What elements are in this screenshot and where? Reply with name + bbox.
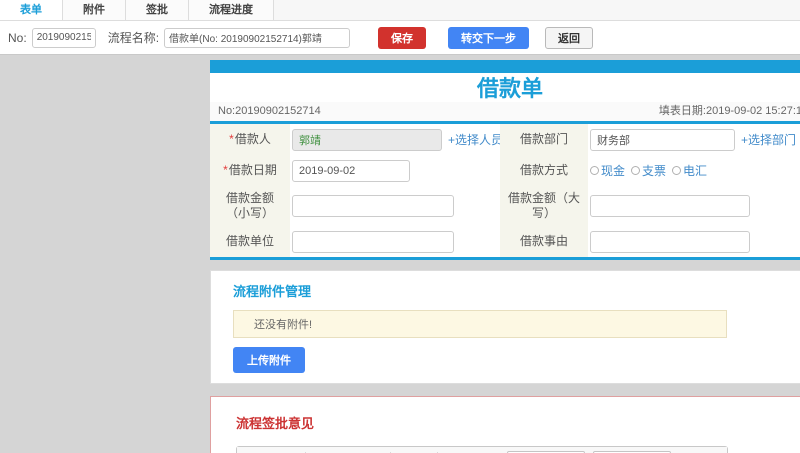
form-title: 借款单	[476, 76, 543, 101]
amount-upper-input[interactable]	[590, 195, 750, 217]
borrow-method-radio-group: 现金 支票 电汇	[590, 162, 713, 179]
tab-signoff-label: 签批	[146, 4, 168, 16]
action-toolbar: No: 流程名称: 保存 转交下一步 返回	[0, 21, 800, 55]
unit-input[interactable]	[292, 230, 454, 253]
radio-wire[interactable]: 电汇	[672, 162, 707, 179]
reason-label-cell: 借款事由	[500, 226, 588, 257]
radio-circle-icon	[590, 166, 599, 175]
borrower-field-cell: +选择人员	[290, 124, 503, 155]
no-input[interactable]	[31, 27, 96, 48]
radio-cash-label: 现金	[601, 164, 626, 178]
borrow-method-field-cell: 现金 支票 电汇	[588, 155, 800, 186]
department-field-cell: +选择部门	[588, 124, 800, 155]
reason-field-cell	[588, 226, 800, 257]
tab-attachments-label: 附件	[83, 4, 105, 16]
amount-lower-label-cell: 借款金额（小写）	[210, 186, 290, 226]
back-button[interactable]: 返回	[545, 26, 594, 49]
panel-header-bar	[210, 60, 800, 73]
signoff-title: 流程签批意见	[236, 416, 315, 431]
borrower-input[interactable]	[292, 128, 442, 151]
main-area: 借款单 No:20190902152714 填表日期:2019-09-02 15…	[0, 55, 800, 453]
editor-toolbar: B I abc A ∞ ∞ ⚑ ≡ ≡ ⇤ ⇥ ” 样式 ▼	[237, 447, 727, 453]
tab-progress-label: 流程进度	[209, 4, 253, 16]
form-date-text: 填表日期:2019-09-02 15:27:1	[658, 105, 800, 117]
radio-wire-label: 电汇	[683, 164, 708, 178]
unit-label-cell: 借款单位	[210, 226, 290, 257]
no-attachments-message: 还没有附件!	[233, 310, 727, 338]
flag-icon[interactable]: ⚑	[369, 448, 384, 453]
borrow-date-input[interactable]	[292, 159, 410, 182]
bullet-list-icon[interactable]: ≡	[416, 448, 431, 453]
tab-bar: 表单 附件 签批 流程进度	[0, 0, 800, 21]
borrow-method-label-cell: 借款方式	[500, 155, 588, 186]
amount-lower-field-cell	[290, 186, 500, 226]
ordered-list-icon[interactable]: ≡	[397, 448, 412, 453]
flow-name-label: 流程名称:	[107, 31, 160, 45]
amount-lower-label: 借款金额（小写）	[225, 191, 274, 220]
borrow-date-label-cell: *借款日期	[210, 155, 290, 186]
radio-circle-icon	[672, 166, 682, 175]
upload-attachment-button[interactable]: 上传附件	[233, 347, 305, 373]
outdent-icon[interactable]: ⇤	[444, 448, 459, 453]
department-input[interactable]	[590, 128, 735, 151]
amount-lower-input[interactable]	[292, 195, 454, 217]
radio-cash[interactable]: 现金	[590, 162, 625, 179]
remove-format-icon[interactable]: A	[312, 448, 327, 453]
flow-name-input[interactable]	[164, 27, 351, 48]
borrower-label: 借款人	[234, 132, 271, 146]
tab-attachments[interactable]: 附件	[63, 0, 126, 20]
unit-field-cell	[290, 226, 500, 257]
attachments-panel: 流程附件管理 还没有附件! 上传附件	[210, 270, 800, 384]
amount-upper-label: 借款金额（大写）	[508, 191, 581, 220]
rich-text-editor: B I abc A ∞ ∞ ⚑ ≡ ≡ ⇤ ⇥ ” 样式 ▼	[236, 446, 728, 453]
blockquote-icon[interactable]: ”	[482, 448, 497, 453]
tab-signoff[interactable]: 签批	[126, 0, 189, 20]
department-label: 借款部门	[519, 132, 568, 146]
reason-label: 借款事由	[519, 234, 568, 248]
radio-circle-icon	[631, 166, 641, 175]
select-department-link[interactable]: +选择部门	[741, 131, 796, 148]
tab-progress[interactable]: 流程进度	[189, 0, 274, 20]
unit-label: 借款单位	[225, 234, 274, 248]
radio-cheque-label: 支票	[642, 164, 667, 178]
borrower-label-cell: *借款人	[210, 124, 290, 155]
indent-icon[interactable]: ⇥	[463, 448, 478, 453]
reason-input[interactable]	[590, 230, 750, 253]
italic-icon[interactable]: I	[265, 448, 280, 453]
tab-form-label: 表单	[20, 4, 42, 16]
radio-cheque[interactable]: 支票	[631, 162, 666, 179]
signoff-panel: 流程签批意见 B I abc A ∞ ∞ ⚑ ≡ ≡ ⇤ ⇥ ” 样式	[210, 396, 800, 453]
select-person-link[interactable]: +选择人员	[448, 131, 503, 148]
loan-form-panel: 借款单 No:20190902152714 填表日期:2019-09-02 15…	[210, 60, 800, 260]
required-asterisk: *	[229, 132, 234, 146]
loan-form-grid: *借款人 +选择人员 借款部门 +选择部门 *借款日期 借款方式	[210, 124, 800, 260]
forward-next-step-button[interactable]: 转交下一步	[448, 26, 530, 49]
form-meta-row: No:20190902152714 填表日期:2019-09-02 15:27:…	[210, 102, 800, 124]
borrow-method-label: 借款方式	[519, 163, 568, 177]
borrow-date-label: 借款日期	[228, 163, 277, 177]
attachments-title: 流程附件管理	[233, 284, 312, 299]
amount-upper-label-cell: 借款金额（大写）	[500, 186, 588, 226]
unlink-icon[interactable]: ∞	[350, 448, 365, 453]
borrow-date-field-cell	[290, 155, 500, 186]
tab-form[interactable]: 表单	[0, 0, 63, 20]
bold-icon[interactable]: B	[246, 448, 261, 453]
form-no-text: No:20190902152714	[218, 105, 321, 117]
save-button[interactable]: 保存	[378, 26, 427, 49]
required-asterisk: *	[223, 163, 228, 177]
link-icon[interactable]: ∞	[331, 448, 346, 453]
no-label: No:	[8, 30, 27, 45]
department-label-cell: 借款部门	[500, 124, 588, 155]
strikethrough-icon[interactable]: abc	[284, 448, 299, 453]
amount-upper-field-cell	[588, 186, 800, 226]
